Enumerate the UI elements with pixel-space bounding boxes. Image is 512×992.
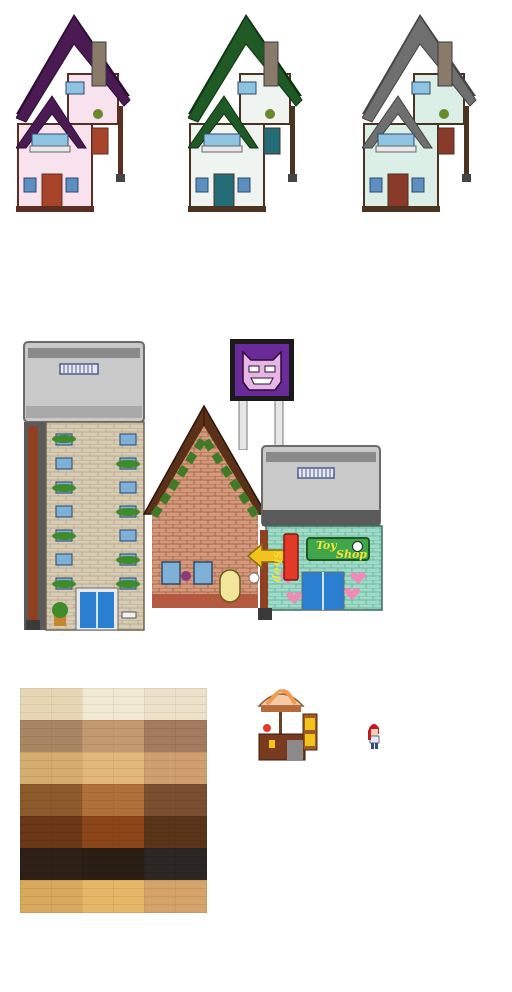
wood-swatch: [82, 880, 145, 913]
house-foundation: [188, 206, 266, 212]
house-chimney: [91, 41, 107, 87]
wood-swatch-grid: [20, 688, 207, 913]
house-window-right: [65, 177, 79, 193]
house-balcony: [29, 145, 71, 153]
wood-swatch: [144, 848, 207, 881]
house-front-door: [213, 173, 235, 209]
wood-swatch: [82, 752, 145, 785]
hanging-plant: [93, 109, 103, 119]
house-foundation: [362, 206, 440, 212]
character-sprite[interactable]: [365, 720, 383, 750]
house-window-right: [411, 177, 425, 193]
wood-swatch: [20, 720, 83, 753]
house-post-base: [288, 174, 297, 182]
house-foundation: [16, 206, 94, 212]
wood-swatch: [144, 720, 207, 753]
wood-swatch: [144, 816, 207, 849]
house-balcony: [201, 145, 243, 153]
wood-swatch: [82, 816, 145, 849]
wood-swatch: [144, 688, 207, 721]
house-post-base: [116, 174, 125, 182]
arrow-shop-sign: Shop: [246, 532, 302, 584]
toy-shop-sign-line2: Shop: [336, 548, 367, 561]
house-window-left: [369, 177, 383, 193]
house-green: [188, 14, 304, 214]
hanging-plant: [265, 109, 275, 119]
house-upper-window: [65, 81, 85, 95]
wood-swatch: [82, 784, 145, 817]
apartment-building: [22, 340, 148, 632]
house-porch-post: [118, 106, 123, 182]
wood-swatch: [144, 880, 207, 913]
house-side-door: [91, 127, 109, 155]
wood-swatch: [20, 688, 83, 721]
wood-swatch: [20, 784, 83, 817]
house-chimney: [263, 41, 279, 87]
house-front-door: [387, 173, 409, 209]
house-gray: [362, 14, 478, 214]
house-post-base: [462, 174, 471, 182]
house-chimney: [437, 41, 453, 87]
wood-swatch: [82, 688, 145, 721]
house-porch-post: [290, 106, 295, 182]
house-upper-window: [237, 81, 257, 95]
house-side-door: [437, 127, 455, 155]
market-stall: [257, 688, 323, 762]
toy-shop-sign: Toy Shop: [306, 537, 370, 561]
wood-swatch: [144, 784, 207, 817]
house-upper-window: [411, 81, 431, 95]
wood-swatch: [20, 752, 83, 785]
toy-shop-sign-line1: Toy: [316, 539, 337, 552]
house-front-door: [41, 173, 63, 209]
wood-swatch: [20, 816, 83, 849]
house-porch-post: [464, 106, 469, 182]
hanging-plant: [439, 109, 449, 119]
house-balcony: [375, 145, 417, 153]
wood-swatch: [82, 848, 145, 881]
wood-swatch: [20, 880, 83, 913]
house-window-left: [195, 177, 209, 193]
wood-swatch: [144, 752, 207, 785]
soccer-ball-icon: [352, 541, 363, 552]
wood-swatch: [82, 720, 145, 753]
house-window-left: [23, 177, 37, 193]
wood-swatch: [20, 848, 83, 881]
arrow-shop-sign-text: Shop: [271, 551, 282, 584]
house-side-door: [263, 127, 281, 155]
house-window-right: [237, 177, 251, 193]
house-purple: [16, 14, 132, 214]
